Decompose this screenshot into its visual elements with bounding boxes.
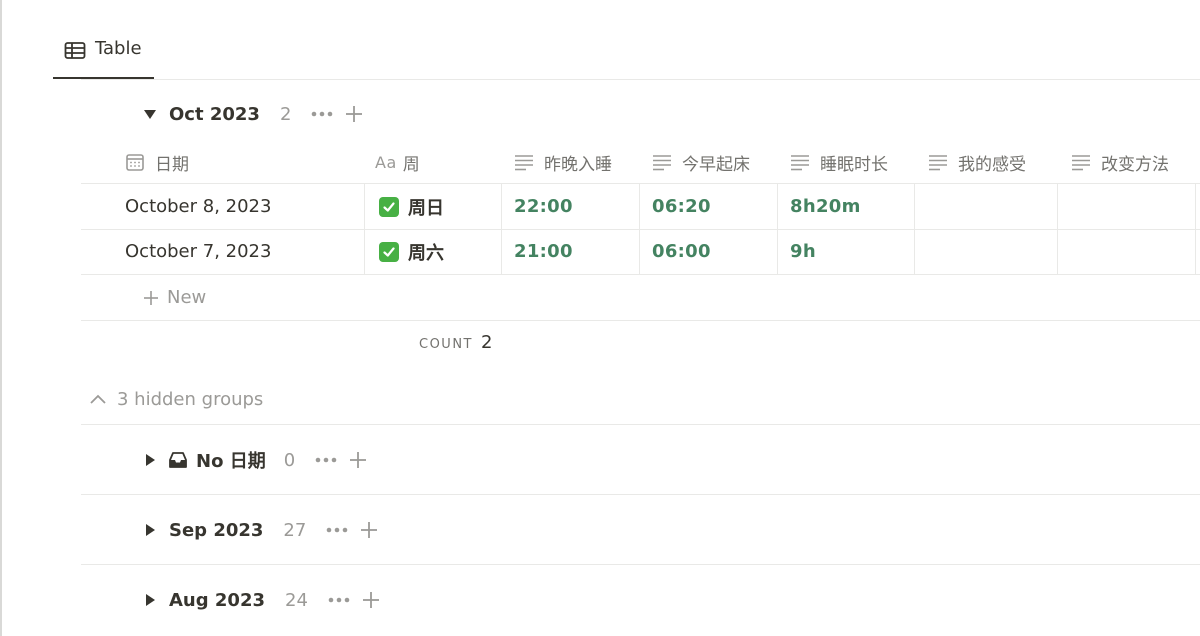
cell-duration[interactable]: 9h (778, 229, 915, 274)
text-lines-icon (653, 155, 671, 171)
toggle-down-icon[interactable] (143, 107, 157, 121)
new-row-button[interactable]: New (81, 275, 1200, 321)
column-header-feeling[interactable]: 我的感受 (928, 140, 1026, 184)
add-icon[interactable] (345, 105, 363, 123)
more-icon[interactable] (315, 457, 337, 463)
text-lines-icon (791, 155, 809, 171)
cell-method[interactable] (1058, 229, 1196, 274)
column-header-label: 今早起床 (682, 154, 750, 175)
column-header-method[interactable]: 改变方法 (1071, 140, 1169, 184)
group-count: 2 (279, 103, 292, 125)
cell-sleep-time[interactable]: 22:00 (502, 184, 640, 229)
column-header-label: 昨晚入睡 (544, 154, 612, 175)
add-icon[interactable] (362, 591, 380, 609)
toggle-right-icon[interactable] (143, 453, 157, 467)
group-title[interactable]: No 日期 (196, 447, 266, 473)
column-header-wake[interactable]: 今早起床 (652, 140, 750, 184)
group-count: 24 (285, 589, 308, 611)
week-label: 周日 (408, 197, 444, 219)
group-header-aug-2023: Aug 2023 24 (143, 587, 380, 613)
more-icon[interactable] (328, 597, 350, 603)
divider (81, 424, 1200, 425)
tab-label: Table (95, 38, 142, 59)
column-header-sleep[interactable]: 昨晚入睡 (514, 140, 612, 184)
column-header-week[interactable]: Aa 周 (375, 140, 420, 184)
chevron-up-icon (90, 394, 106, 404)
cell-date[interactable]: October 7, 2023 (81, 229, 365, 274)
count-value: 2 (481, 332, 493, 353)
group-title[interactable]: Oct 2023 (169, 104, 260, 125)
table-header-row: 日期 Aa 周 昨晚入睡 今早起床 睡眠时长 我的感受 改变方法 (81, 140, 1200, 184)
divider (81, 494, 1200, 495)
cell-sleep-time[interactable]: 21:00 (502, 229, 640, 274)
count-label: COUNT (419, 337, 473, 352)
group-title[interactable]: Sep 2023 (169, 520, 263, 541)
window-edge (0, 0, 2, 636)
tab-table-view[interactable]: Table (53, 38, 154, 79)
hidden-groups-toggle[interactable]: 3 hidden groups (89, 385, 263, 413)
cell-wake-time[interactable]: 06:20 (640, 184, 778, 229)
add-icon[interactable] (349, 451, 367, 469)
column-header-label: 改变方法 (1101, 154, 1169, 175)
add-icon[interactable] (360, 521, 378, 539)
cell-week[interactable]: 周六 (365, 229, 502, 274)
new-row-label: New (167, 287, 207, 308)
calendar-icon (126, 154, 144, 171)
view-tab-bar (81, 0, 1200, 80)
table-icon (64, 42, 86, 59)
toggle-right-icon[interactable] (143, 593, 157, 607)
column-header-duration[interactable]: 睡眠时长 (790, 140, 888, 184)
cell-week[interactable]: 周日 (365, 184, 502, 229)
column-header-label: 睡眠时长 (820, 154, 888, 175)
plus-icon (144, 290, 158, 305)
more-icon[interactable] (326, 527, 348, 533)
column-header-label: 我的感受 (958, 154, 1026, 175)
check-mark-icon (379, 196, 399, 217)
text-lines-icon (515, 155, 533, 171)
calculation-count[interactable]: COUNT 2 (419, 332, 492, 353)
cell-duration[interactable]: 8h20m (778, 184, 915, 229)
cell-date[interactable]: October 8, 2023 (81, 184, 365, 229)
text-lines-icon (1072, 155, 1090, 171)
check-mark-icon (379, 241, 399, 262)
column-header-label: 日期 (155, 154, 189, 175)
group-count: 27 (283, 519, 307, 541)
inbox-icon (169, 452, 187, 468)
table-row[interactable]: October 8, 2023 周日 22:00 06:20 8h20m (81, 184, 1200, 230)
week-label: 周六 (408, 242, 444, 264)
divider (81, 564, 1200, 565)
cell-wake-time[interactable]: 06:00 (640, 229, 778, 274)
column-header-date[interactable]: 日期 (125, 140, 189, 184)
group-count: 0 (283, 449, 296, 471)
column-header-label: 周 (402, 154, 420, 175)
group-header-no-date: No 日期 0 (143, 447, 367, 473)
group-header-sep-2023: Sep 2023 27 (143, 517, 378, 543)
cell-method[interactable] (1058, 184, 1196, 229)
group-header-oct-2023: Oct 2023 2 (143, 101, 363, 127)
more-icon[interactable] (311, 111, 333, 117)
table-row[interactable]: October 7, 2023 周六 21:00 06:00 9h (81, 229, 1200, 275)
cell-feeling[interactable] (915, 229, 1058, 274)
toggle-right-icon[interactable] (143, 523, 157, 537)
group-title[interactable]: Aug 2023 (169, 590, 265, 611)
cell-feeling[interactable] (915, 184, 1058, 229)
hidden-groups-label: 3 hidden groups (117, 388, 264, 410)
title-icon: Aa (375, 152, 397, 172)
text-lines-icon (929, 155, 947, 171)
